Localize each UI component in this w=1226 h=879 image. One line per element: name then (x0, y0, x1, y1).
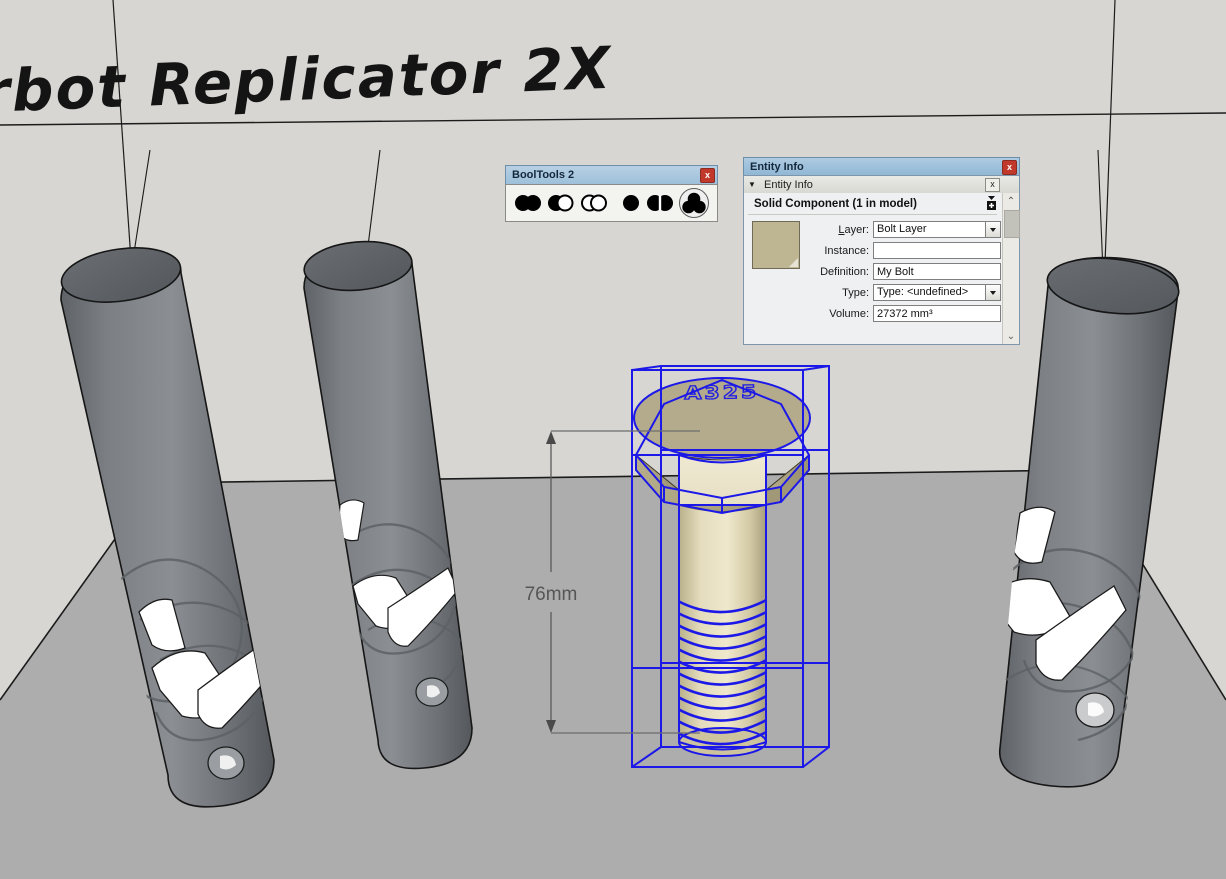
bolt-head-marking: A325 (684, 381, 759, 404)
volume-row: Volume: 27372 mm³ (744, 304, 1003, 323)
bolt-shank (679, 505, 766, 750)
model-canvas[interactable]: rbot Replicator 2X (0, 0, 1226, 879)
type-value: Type: <undefined> (873, 284, 985, 301)
split-icon (647, 194, 673, 212)
type-label: Type: (744, 287, 873, 299)
definition-input[interactable]: My Bolt (873, 263, 1001, 280)
type-row: Type: Type: <undefined> (744, 283, 1003, 302)
scroll-down-button[interactable]: ⌄ (1003, 328, 1019, 344)
model-viewport[interactable]: rbot Replicator 2X (0, 0, 1226, 879)
layer-value: Bolt Layer (873, 221, 985, 238)
intersect-icon (581, 194, 607, 212)
type-dropdown-arrow[interactable] (985, 284, 1001, 301)
layer-select[interactable]: Bolt Layer (873, 221, 1001, 238)
collapse-triangle-icon[interactable]: ▼ (748, 176, 756, 193)
outer-shell-tool-button[interactable] (679, 188, 709, 218)
union-icon (515, 194, 541, 212)
booltools-title: BoolTools 2 (512, 169, 574, 181)
scrollbar-thumb[interactable] (1004, 210, 1020, 238)
entity-info-title: Entity Info (750, 161, 804, 173)
expand-plus-icon (985, 195, 998, 212)
entity-type-heading: Solid Component (1 in model) (748, 193, 997, 215)
subtract-tool-button[interactable] (547, 189, 575, 217)
scroll-up-button[interactable]: ⌃ (1003, 193, 1019, 209)
booltools-titlebar[interactable]: BoolTools 2 x (505, 165, 718, 184)
entity-info-subheader[interactable]: ▼ Entity Info x (744, 176, 1019, 194)
entity-info-panel[interactable]: Entity Info x ▼ Entity Info x Solid Comp… (743, 157, 1020, 345)
split-tool-button[interactable] (646, 189, 674, 217)
volume-value: 27372 mm³ (873, 305, 1001, 322)
entity-info-close-button[interactable]: x (1002, 160, 1017, 175)
booltools-close-button[interactable]: x (700, 168, 715, 183)
booltools-panel[interactable]: BoolTools 2 x (505, 165, 718, 222)
booltools-toolbar[interactable] (505, 184, 718, 222)
entity-info-titlebar[interactable]: Entity Info x (743, 157, 1020, 176)
type-select[interactable]: Type: <undefined> (873, 284, 1001, 301)
trim-icon (614, 194, 640, 212)
dimension-label: 76mm (525, 584, 578, 605)
expand-details-button[interactable] (985, 195, 998, 212)
instance-input[interactable] (873, 242, 1001, 259)
trim-tool-button[interactable] (613, 189, 641, 217)
outer-shell-icon (682, 192, 706, 214)
intersect-tool-button[interactable] (580, 189, 608, 217)
entity-info-subheader-label: Entity Info (764, 179, 813, 191)
subtract-icon (548, 194, 574, 212)
entity-info-panel-close-button[interactable]: x (985, 178, 1000, 192)
layer-dropdown-arrow[interactable] (985, 221, 1001, 238)
entity-info-fields: Layer: Bolt Layer Instance: Definition: … (744, 215, 1003, 323)
entity-info-scrollbar[interactable]: ⌃ ⌄ (1002, 193, 1019, 344)
union-tool-button[interactable] (514, 189, 542, 217)
volume-label: Volume: (744, 308, 873, 320)
material-swatch[interactable] (752, 221, 800, 269)
